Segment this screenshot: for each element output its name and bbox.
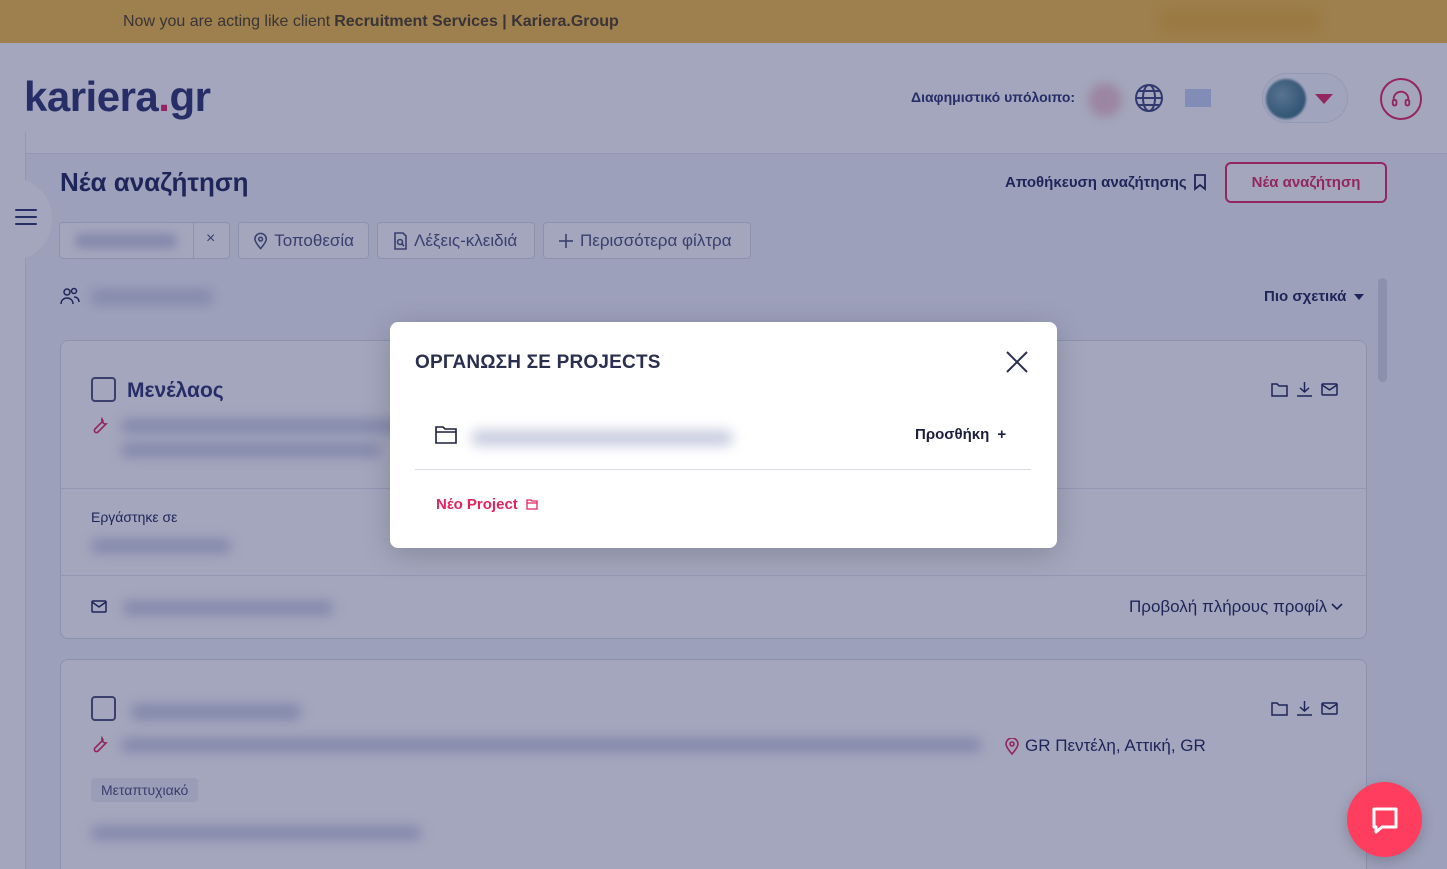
chat-icon (1372, 807, 1397, 833)
new-project-label: Νέο Project (436, 496, 518, 513)
modal-title: ΟΡΓΑΝΩΣΗ ΣΕ PROJECTS (415, 352, 661, 373)
folder-icon (435, 426, 457, 444)
project-name (471, 430, 733, 446)
new-project-button[interactable]: Νέο Project (436, 496, 538, 513)
chat-widget-button[interactable] (1347, 782, 1422, 857)
close-icon[interactable] (1004, 349, 1030, 375)
folder-icon (526, 499, 538, 510)
organize-projects-modal: ΟΡΓΑΝΩΣΗ ΣΕ PROJECTS Προσθήκη + Νέο Proj… (390, 322, 1057, 548)
plus-icon: + (997, 426, 1007, 443)
add-to-project-button[interactable]: Προσθήκη + (915, 426, 1006, 443)
project-row: Προσθήκη + (415, 400, 1031, 470)
add-label: Προσθήκη (915, 426, 990, 443)
